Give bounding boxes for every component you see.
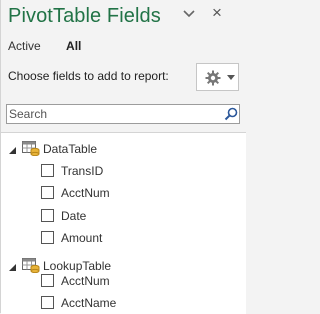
field-label: AcctNum bbox=[61, 186, 110, 200]
field-checkbox[interactable] bbox=[41, 186, 54, 199]
tools-button[interactable] bbox=[196, 63, 239, 91]
search-icon[interactable] bbox=[224, 107, 238, 121]
pane-title: PivotTable Fields bbox=[8, 5, 161, 27]
tab-active[interactable]: Active bbox=[8, 39, 41, 53]
field-checkbox[interactable] bbox=[41, 164, 54, 177]
field-label: Date bbox=[61, 209, 87, 223]
field-checkbox[interactable] bbox=[41, 209, 54, 222]
collapse-triangle-icon[interactable] bbox=[9, 264, 16, 271]
tab-all[interactable]: All bbox=[66, 39, 81, 53]
field-label: AcctNum bbox=[61, 274, 110, 288]
caret-down-icon bbox=[227, 75, 235, 80]
pivottable-fields-pane: PivotTable Fields × Active All Choose fi… bbox=[0, 0, 246, 314]
gear-icon bbox=[205, 70, 221, 86]
field-checkbox[interactable] bbox=[41, 231, 54, 244]
choose-fields-label: Choose fields to add to report: bbox=[8, 69, 169, 83]
field-label: TransID bbox=[61, 164, 104, 178]
field-list: DataTable TransID AcctNum Date Amount Lo… bbox=[1, 132, 246, 314]
close-icon[interactable]: × bbox=[210, 4, 224, 21]
chevron-down-icon[interactable] bbox=[182, 8, 196, 20]
table-icon bbox=[22, 258, 40, 273]
search-box[interactable] bbox=[6, 104, 240, 124]
field-checkbox[interactable] bbox=[41, 296, 54, 309]
search-input[interactable] bbox=[9, 106, 214, 122]
field-label: Amount bbox=[61, 231, 103, 245]
collapse-triangle-icon[interactable] bbox=[9, 147, 16, 154]
table-icon bbox=[22, 141, 40, 156]
field-checkbox[interactable] bbox=[41, 274, 54, 287]
field-label: AcctName bbox=[61, 296, 117, 310]
table-name: DataTable bbox=[43, 142, 98, 156]
table-name: LookupTable bbox=[43, 259, 112, 273]
field-tabs: Active All bbox=[8, 39, 103, 53]
